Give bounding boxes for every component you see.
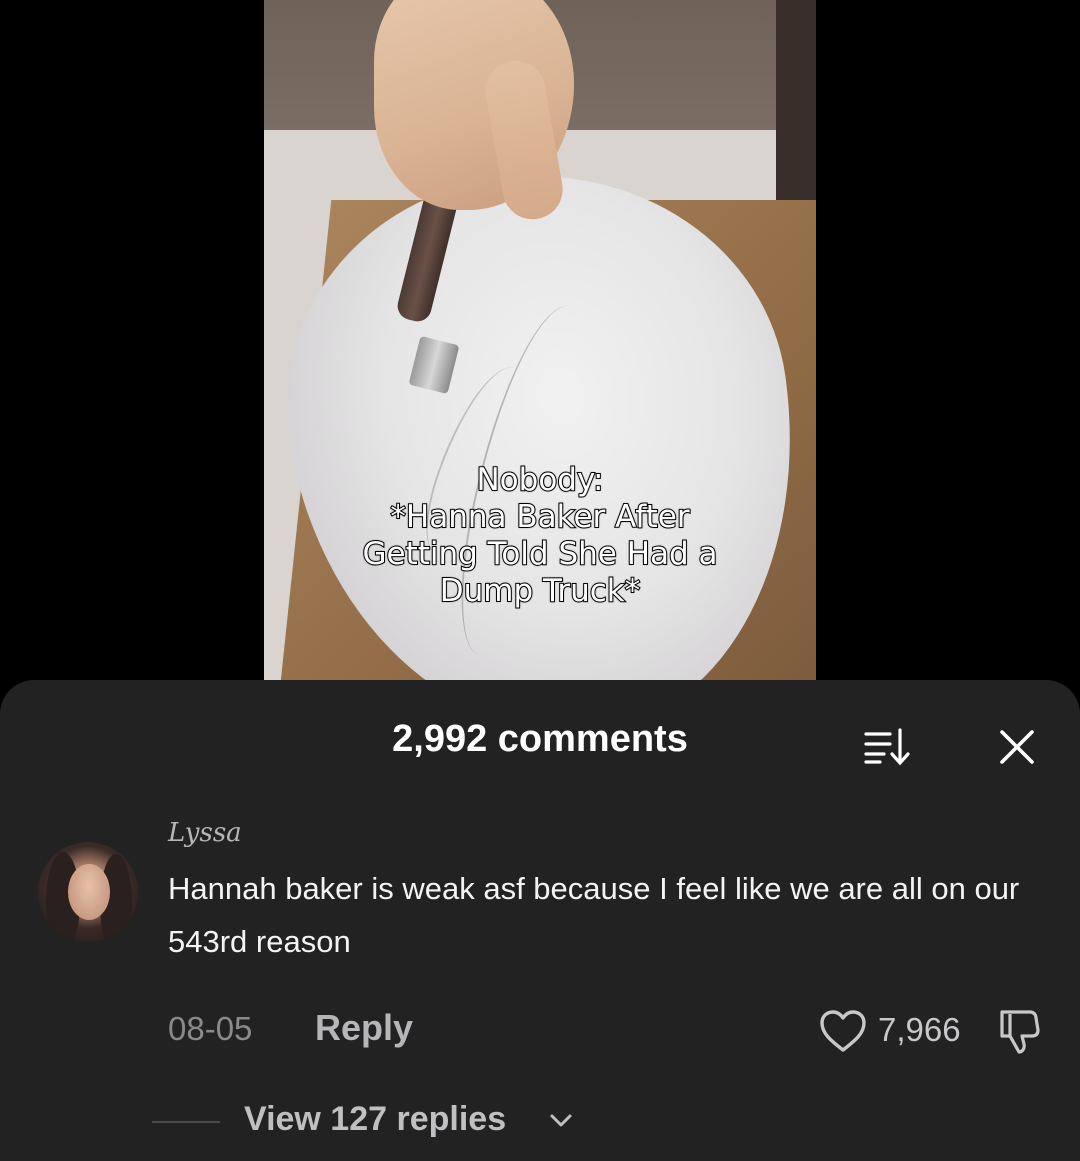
reply-button[interactable]: Reply xyxy=(315,1007,413,1049)
close-icon[interactable] xyxy=(994,724,1040,770)
comment-text: Hannah baker is weak asf because I feel … xyxy=(168,871,1020,959)
dislike-icon[interactable] xyxy=(994,1006,1044,1056)
avatar-face xyxy=(68,864,110,920)
caption-line: Getting Told She Had a xyxy=(361,535,718,573)
caption-line: Nobody: xyxy=(475,461,604,499)
like-count: 7,966 xyxy=(878,1011,961,1048)
comment-username[interactable]: Lyssa xyxy=(168,818,242,848)
screen: Nobody: *Hanna Baker After Getting Told … xyxy=(0,0,1080,1161)
caption-line: Dump Truck* xyxy=(439,572,642,610)
sort-icon[interactable] xyxy=(860,722,916,772)
video-shadow xyxy=(776,0,816,230)
avatar[interactable] xyxy=(38,842,138,942)
replies-divider xyxy=(152,1121,220,1123)
caption-line: *Hanna Baker After xyxy=(389,498,690,536)
comment-date: 08-05 xyxy=(168,1010,253,1047)
view-replies-button[interactable]: View 127 replies xyxy=(244,1100,506,1139)
video-player[interactable]: Nobody: *Hanna Baker After Getting Told … xyxy=(264,0,816,700)
video-caption: Nobody: *Hanna Baker After Getting Told … xyxy=(264,461,816,610)
heart-icon[interactable] xyxy=(818,1008,868,1056)
comments-count-title: 2,992 comments xyxy=(392,718,688,760)
comments-sheet: 2,992 comments Lyssa Hannah baker is wea… xyxy=(0,680,1080,1161)
chevron-down-icon[interactable] xyxy=(548,1108,574,1134)
